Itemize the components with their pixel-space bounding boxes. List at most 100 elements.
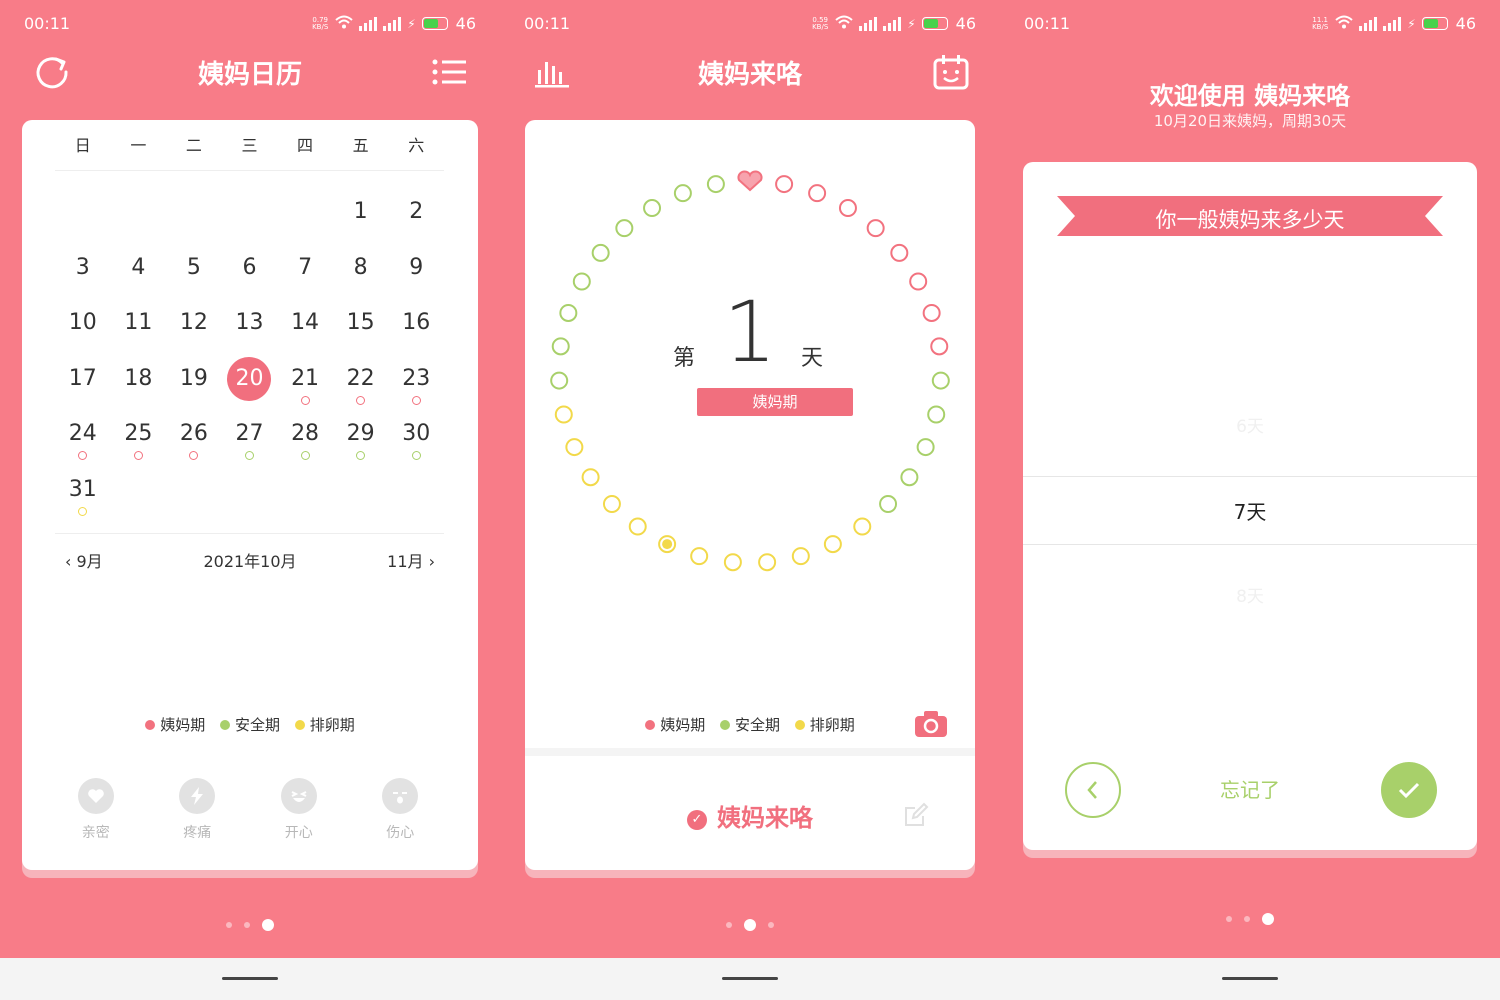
- cycle-day-menstrual[interactable]: [868, 220, 884, 236]
- calendar-day[interactable]: 17: [55, 357, 111, 413]
- day-number: 9: [394, 246, 438, 290]
- home-indicator[interactable]: [1222, 977, 1278, 980]
- calendar-day[interactable]: 25: [111, 412, 167, 468]
- cycle-day-safe[interactable]: [918, 439, 934, 455]
- calendar-day[interactable]: 19: [166, 357, 222, 413]
- calendar-day[interactable]: 21: [277, 357, 333, 413]
- battery-icon: [422, 17, 448, 30]
- calendar-empty-cell: [111, 190, 167, 246]
- calendar-day[interactable]: 10: [55, 301, 111, 357]
- calendar-day[interactable]: 22: [333, 357, 389, 413]
- list-icon[interactable]: [432, 58, 466, 90]
- home-indicator[interactable]: [222, 977, 278, 980]
- cycle-day-safe[interactable]: [644, 200, 660, 216]
- cycle-day-ovulation[interactable]: [825, 536, 841, 552]
- calendar-day[interactable]: 28: [277, 412, 333, 468]
- charging-icon: ⚡: [1407, 17, 1415, 31]
- calendar-day[interactable]: 31: [55, 468, 111, 524]
- cycle-day-ovulation[interactable]: [854, 519, 870, 535]
- calendar-day[interactable]: 5: [166, 246, 222, 302]
- calendar-day[interactable]: 8: [333, 246, 389, 302]
- edit-icon[interactable]: [903, 802, 929, 832]
- picker-option[interactable]: 6天: [1023, 412, 1477, 437]
- calendar-day[interactable]: 16: [388, 301, 444, 357]
- setup-card: 你一般姨妈来多少天 6天 7天 8天 忘记了: [1023, 162, 1477, 850]
- mood-happy-button[interactable]: 开心: [248, 778, 350, 842]
- cycle-day-safe[interactable]: [928, 407, 944, 423]
- legend-label: 姨妈期: [660, 714, 705, 735]
- cycle-day-safe[interactable]: [933, 373, 949, 389]
- cycle-day-safe[interactable]: [616, 220, 632, 236]
- cycle-day-ovulation[interactable]: [566, 439, 582, 455]
- cycle-day-menstrual[interactable]: [776, 176, 792, 192]
- calendar-day[interactable]: 29: [333, 412, 389, 468]
- day-number: 10: [61, 301, 105, 345]
- cycle-day-ovulation[interactable]: [793, 548, 809, 564]
- battery-icon: [1422, 17, 1448, 30]
- status-bar: 00:11 0.79 KB/S ⚡ 46: [24, 14, 476, 36]
- mood-pain-button[interactable]: 疼痛: [147, 778, 249, 842]
- mood-sad-button[interactable]: 伤心: [350, 778, 452, 842]
- cycle-day-ovulation[interactable]: [725, 554, 741, 570]
- calendar-day[interactable]: 6: [222, 246, 278, 302]
- calendar-day[interactable]: 24: [55, 412, 111, 468]
- weekday: 六: [388, 132, 444, 156]
- weekday: 四: [277, 132, 333, 156]
- cycle-day-ovulation[interactable]: [630, 519, 646, 535]
- calendar-day[interactable]: 13: [222, 301, 278, 357]
- calendar-day[interactable]: 20: [222, 357, 278, 413]
- cycle-day-safe[interactable]: [574, 273, 590, 289]
- day-number: 1: [525, 290, 975, 374]
- cycle-day-ovulation[interactable]: [604, 496, 620, 512]
- lightning-icon: [179, 778, 215, 814]
- battery-level: 46: [1456, 14, 1476, 33]
- page-dot: [244, 922, 250, 928]
- calendar-day[interactable]: 1: [333, 190, 389, 246]
- calendar-day[interactable]: 23: [388, 357, 444, 413]
- day-number: 7: [283, 246, 327, 290]
- cycle-day-safe[interactable]: [675, 185, 691, 201]
- calendar-day[interactable]: 4: [111, 246, 167, 302]
- calendar-day[interactable]: 15: [333, 301, 389, 357]
- calendar-day[interactable]: 30: [388, 412, 444, 468]
- home-indicator[interactable]: [722, 977, 778, 980]
- cycle-day-menstrual[interactable]: [891, 245, 907, 261]
- camera-icon[interactable]: [914, 710, 948, 742]
- legend: 姨妈期 安全期 排卵期: [0, 714, 500, 735]
- day-number: 3: [61, 246, 105, 290]
- cycle-day-menstrual[interactable]: [840, 200, 856, 216]
- calendar-day[interactable]: 7: [277, 246, 333, 302]
- day-number: 22: [339, 357, 383, 401]
- calendar-day[interactable]: 3: [55, 246, 111, 302]
- mood-intimate-button[interactable]: 亲密: [45, 778, 147, 842]
- cycle-day-ovulation[interactable]: [556, 407, 572, 423]
- calendar-face-icon[interactable]: [932, 54, 970, 94]
- cycle-day-ovulation[interactable]: [759, 554, 775, 570]
- question-label: 你一般姨妈来多少天: [1023, 204, 1477, 234]
- calendar-day[interactable]: 18: [111, 357, 167, 413]
- calendar-day[interactable]: 9: [388, 246, 444, 302]
- calendar-day[interactable]: 2: [388, 190, 444, 246]
- confirm-button[interactable]: [1381, 762, 1437, 818]
- cycle-day-safe[interactable]: [901, 469, 917, 485]
- cycle-day-menstrual[interactable]: [910, 273, 926, 289]
- next-month-button[interactable]: 11月 ›: [387, 548, 435, 572]
- calendar-day[interactable]: 26: [166, 412, 222, 468]
- cycle-day-current[interactable]: [659, 536, 675, 552]
- signal-icon-2: [883, 17, 901, 31]
- cycle-day-ovulation[interactable]: [691, 548, 707, 564]
- cycle-day-safe[interactable]: [708, 176, 724, 192]
- calendar-day[interactable]: 11: [111, 301, 167, 357]
- cycle-day-ovulation[interactable]: [583, 469, 599, 485]
- cycle-day-menstrual[interactable]: [809, 185, 825, 201]
- calendar-empty-cell: [166, 190, 222, 246]
- calendar-day[interactable]: 12: [166, 301, 222, 357]
- cycle-day-safe[interactable]: [880, 496, 896, 512]
- cycle-day-safe[interactable]: [593, 245, 609, 261]
- calendar-day[interactable]: 14: [277, 301, 333, 357]
- picker-option[interactable]: 8天: [1023, 582, 1477, 607]
- heart-icon[interactable]: [738, 171, 761, 190]
- calendar-day[interactable]: 27: [222, 412, 278, 468]
- cycle-day-safe[interactable]: [551, 373, 567, 389]
- picker-option-selected[interactable]: 7天: [1023, 496, 1477, 525]
